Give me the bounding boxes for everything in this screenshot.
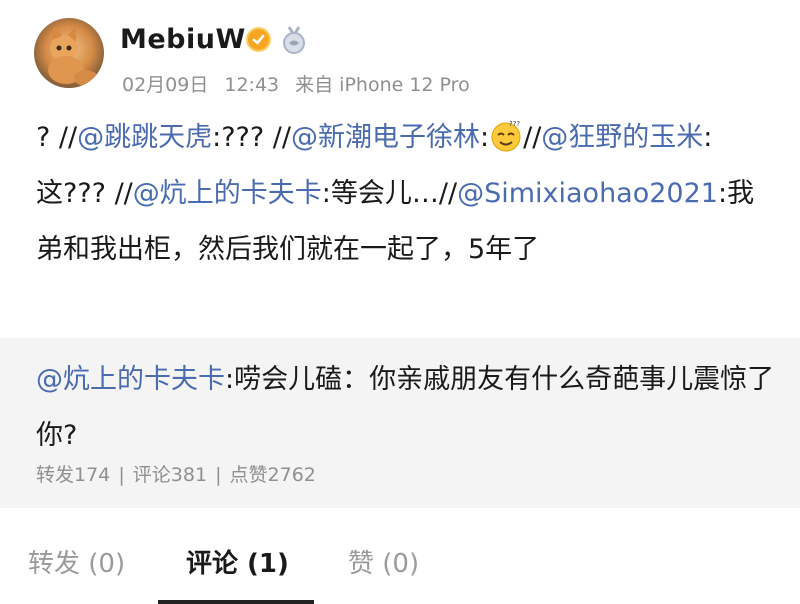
mention-link[interactable]: @新潮电子徐林 (291, 122, 480, 153)
medal-icon[interactable] (280, 25, 308, 55)
post-meta: 02月09日 12:43 来自 iPhone 12 Pro (122, 70, 486, 97)
cat-avatar[interactable] (34, 18, 104, 88)
mention-link[interactable]: @狂野的玉米 (541, 122, 703, 153)
username[interactable]: MebiuW (120, 24, 246, 55)
post-body: ? //@跳跳天虎:??? //@新潮电子徐林: ??? //@狂野的玉米: 这… (36, 110, 768, 278)
post-source: 来自 iPhone 12 Pro (295, 74, 470, 96)
tab-bar: 转发 (0) 评论 (1) 赞 (0) (0, 508, 800, 604)
post-text-segment: // (523, 122, 542, 153)
tab-comment[interactable]: 评论 (1) (186, 543, 289, 580)
forward-count: 转发174 (36, 464, 111, 486)
tab-like[interactable]: 赞 (0) (348, 543, 419, 580)
mention-link[interactable]: @Simixiaohao2021 (457, 178, 718, 209)
verified-icon (246, 27, 271, 52)
mention-link[interactable]: @炕上的卡夫卡 (133, 178, 322, 209)
post-header: MebiuW 02月09日 12:43 来自 iPhone 12 Pro (0, 0, 800, 110)
post-text-segment: :??? // (212, 122, 291, 153)
mention-link[interactable]: @跳跳天虎 (77, 122, 212, 153)
post-time: 12:43 (224, 74, 280, 96)
active-tab-indicator (158, 600, 314, 604)
dizzy-face-emoji-icon: ??? (489, 118, 523, 152)
reposted-post[interactable]: @炕上的卡夫卡:唠会儿磕：你亲戚朋友有什么奇葩事儿震惊了你? 转发174 | 评… (0, 338, 800, 508)
post-date: 02月09日 (122, 74, 209, 96)
repost-stats: 转发174 | 评论381 | 点赞2762 (36, 460, 316, 487)
tab-forward[interactable]: 转发 (0) (28, 543, 125, 580)
stats-separator: | (215, 464, 222, 486)
stats-separator: | (118, 464, 125, 486)
repost-body: @炕上的卡夫卡:唠会儿磕：你亲戚朋友有什么奇葩事儿震惊了你? (36, 352, 776, 464)
svg-text:???: ??? (509, 120, 520, 128)
like-count: 点赞2762 (229, 464, 316, 486)
post-text-segment: ? // (36, 122, 78, 153)
post-text-segment: :等会儿…// (321, 178, 458, 209)
mention-link[interactable]: @炕上的卡夫卡 (36, 364, 225, 395)
comment-count: 评论381 (132, 464, 208, 486)
post-text-segment: : (479, 122, 490, 153)
